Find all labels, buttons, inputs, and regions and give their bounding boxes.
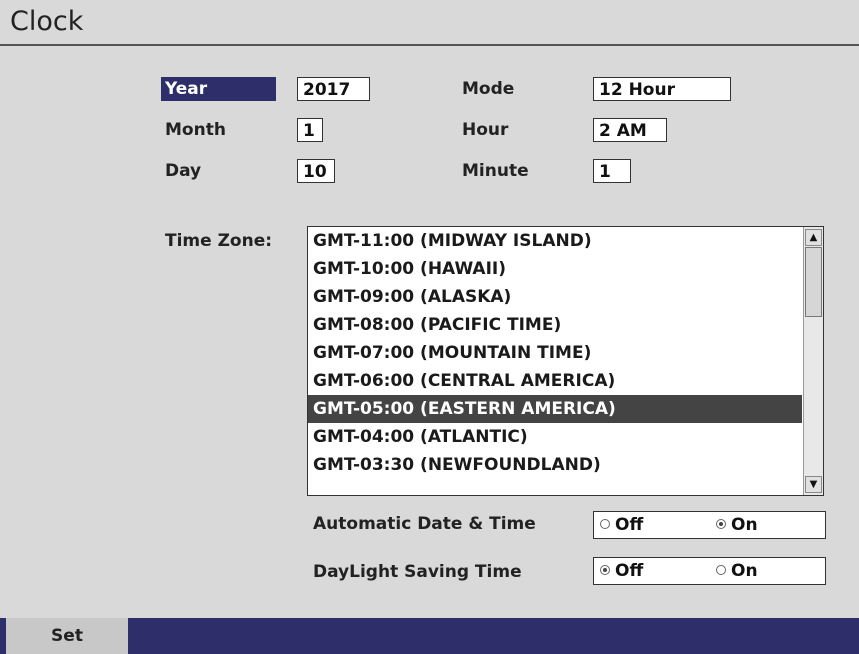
day-label: Day <box>165 161 202 181</box>
year-label[interactable]: Year <box>161 77 276 101</box>
hour-label: Hour <box>462 120 509 140</box>
daylight-on-option[interactable]: On <box>716 558 758 584</box>
set-button[interactable]: Set <box>6 618 128 654</box>
radio-icon <box>600 519 610 529</box>
daylight-off-label: Off <box>615 561 644 581</box>
time-zone-item[interactable]: GMT-03:30 (NEWFOUNDLAND) <box>308 451 802 479</box>
automatic-date-time-toggle[interactable]: Off On <box>593 511 826 539</box>
automatic-on-option[interactable]: On <box>716 512 758 538</box>
time-zone-item[interactable]: GMT-11:00 (MIDWAY ISLAND) <box>308 227 802 255</box>
time-zone-item[interactable]: GMT-05:00 (EASTERN AMERICA) <box>308 395 802 423</box>
automatic-off-label: Off <box>615 515 644 535</box>
radio-icon <box>716 519 726 529</box>
hour-field[interactable]: 2 AM <box>593 118 667 142</box>
radio-icon <box>716 565 726 575</box>
month-label: Month <box>165 120 226 140</box>
radio-icon <box>600 565 610 575</box>
time-zone-item[interactable]: GMT-09:00 (ALASKA) <box>308 283 802 311</box>
bottom-bar <box>0 618 859 654</box>
daylight-saving-label: DayLight Saving Time <box>313 562 522 582</box>
time-zone-scrollbar[interactable]: ▲ ▼ <box>803 227 823 495</box>
scroll-up-arrow-icon[interactable]: ▲ <box>805 229 822 246</box>
daylight-off-option[interactable]: Off <box>600 558 643 584</box>
automatic-on-label: On <box>731 515 758 535</box>
day-field[interactable]: 10 <box>297 159 335 183</box>
time-zone-list[interactable]: GMT-11:00 (MIDWAY ISLAND) GMT-10:00 (HAWA… <box>307 226 824 496</box>
title-bar: Clock <box>0 0 859 46</box>
minute-field[interactable]: 1 <box>593 159 631 183</box>
time-zone-item[interactable]: GMT-07:00 (MOUNTAIN TIME) <box>308 339 802 367</box>
time-zone-item[interactable]: GMT-04:00 (ATLANTIC) <box>308 423 802 451</box>
automatic-off-option[interactable]: Off <box>600 512 643 538</box>
scroll-down-arrow-icon[interactable]: ▼ <box>805 476 822 493</box>
window-title: Clock <box>10 6 84 37</box>
daylight-on-label: On <box>731 561 758 581</box>
time-zone-items: GMT-11:00 (MIDWAY ISLAND) GMT-10:00 (HAWA… <box>308 227 802 479</box>
year-field[interactable]: 2017 <box>297 77 370 101</box>
scroll-thumb[interactable] <box>805 247 822 317</box>
mode-field[interactable]: 12 Hour <box>593 77 731 101</box>
automatic-date-time-label: Automatic Date & Time <box>313 514 536 534</box>
time-zone-label: Time Zone: <box>165 231 273 251</box>
time-zone-item[interactable]: GMT-08:00 (PACIFIC TIME) <box>308 311 802 339</box>
daylight-saving-toggle[interactable]: Off On <box>593 557 826 585</box>
minute-label: Minute <box>462 161 529 181</box>
time-zone-item[interactable]: GMT-06:00 (CENTRAL AMERICA) <box>308 367 802 395</box>
time-zone-item[interactable]: GMT-10:00 (HAWAII) <box>308 255 802 283</box>
mode-label: Mode <box>462 79 515 99</box>
month-field[interactable]: 1 <box>297 118 323 142</box>
